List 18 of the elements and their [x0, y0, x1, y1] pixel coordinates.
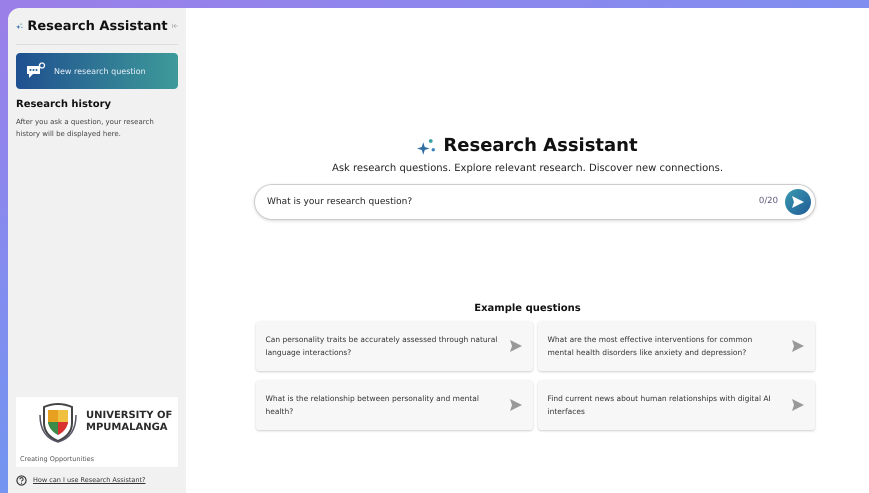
- page-subtitle: Ask research questions. Explore relevant research. Discover new connections.: [332, 163, 723, 174]
- crest-icon: [38, 401, 78, 443]
- new-research-question-button[interactable]: New research question: [16, 53, 178, 89]
- help-icon: [16, 474, 27, 486]
- university-name: UNIVERSITY OF: [86, 410, 172, 422]
- section-heading: Example questions: [474, 303, 581, 314]
- sparkle-icon: [417, 136, 438, 154]
- university-name: MPUMALANGA: [86, 422, 169, 434]
- section-heading: Research history: [16, 99, 112, 110]
- send-icon: [508, 339, 522, 353]
- send-icon: [790, 339, 804, 353]
- send-icon: [790, 398, 804, 412]
- app-title: Research Assistant: [27, 18, 168, 34]
- character-counter: 0/20: [758, 196, 778, 206]
- page-title: Research Assistant: [443, 135, 638, 156]
- send-icon: [791, 195, 805, 209]
- send-icon: [508, 398, 522, 412]
- chat-bubble-icon: [26, 62, 46, 80]
